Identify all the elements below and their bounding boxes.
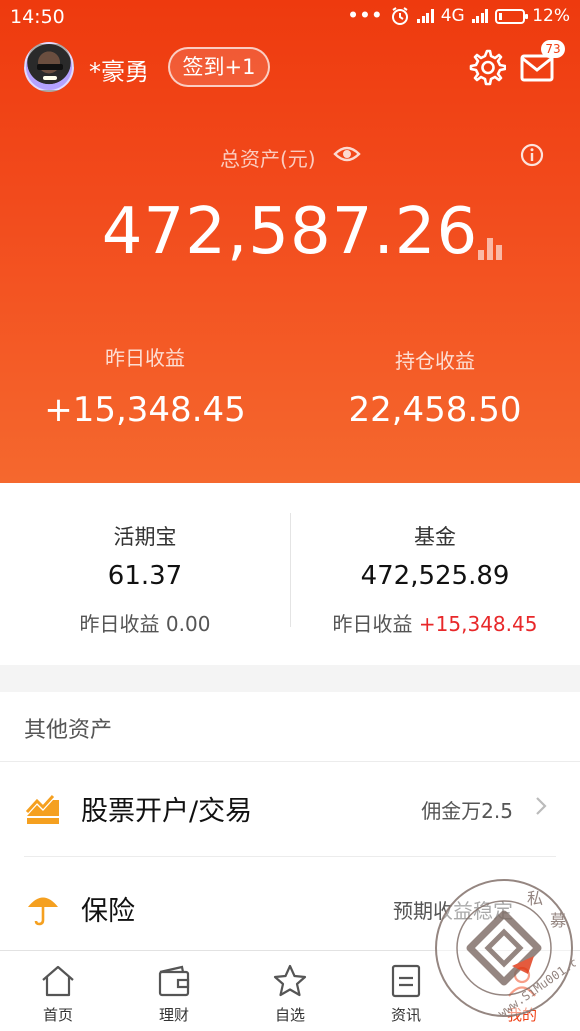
row-label: 股票开户/交易: [81, 796, 253, 827]
asset-cards: 活期宝 61.37 昨日收益 0.00 基金 472,525.89 昨日收益 +…: [0, 483, 580, 665]
news-icon: [391, 964, 421, 998]
card-title: 活期宝: [113, 525, 177, 549]
status-icons: ••• 4G 12%: [348, 6, 570, 26]
card-fund[interactable]: 基金 472,525.89 昨日收益 +15,348.45: [290, 483, 580, 665]
tab-label: 首页: [42, 1006, 73, 1024]
card-sub-value: 0.00: [165, 612, 211, 636]
battery-icon: [495, 8, 529, 24]
tab-label: 自选: [274, 1006, 305, 1024]
yesterday-income-value[interactable]: +15,348.45: [0, 390, 290, 430]
card-value: 472,525.89: [360, 561, 510, 591]
avatar[interactable]: [24, 42, 74, 92]
eye-icon[interactable]: [333, 143, 361, 165]
total-assets-label: 总资产(元): [220, 147, 316, 171]
chart-trend-icon: [26, 794, 59, 824]
status-bar: 14:50 ••• 4G 12%: [0, 0, 580, 34]
asset-header: 14:50 ••• 4G 12% *豪勇 签到+1 73 总资产(元) 472,…: [0, 0, 580, 483]
chevron-right-icon: [536, 797, 547, 815]
page: 14:50 ••• 4G 12% *豪勇 签到+1 73 总资产(元) 472,…: [0, 0, 580, 1031]
card-title: 基金: [414, 525, 456, 549]
more-dots-icon: •••: [347, 6, 384, 26]
svg-text:私: 私: [527, 889, 543, 908]
signal-icon: [417, 9, 434, 23]
settings-gear-icon[interactable]: [468, 48, 506, 86]
wallet-icon: [158, 965, 190, 997]
status-time: 14:50: [10, 6, 65, 28]
tab-wealth[interactable]: 理财: [116, 951, 232, 1031]
other-assets-title: 其他资产: [24, 718, 113, 743]
row-label: 保险: [81, 896, 135, 927]
row-value: 佣金万2.5: [421, 799, 513, 823]
card-sub: 昨日收益 0.00: [0, 608, 290, 637]
card-sub-label: 昨日收益: [332, 612, 413, 636]
divider: [24, 856, 556, 857]
umbrella-icon: [28, 897, 58, 926]
holding-income-label: 持仓收益: [395, 349, 475, 373]
network-type: 4G: [440, 6, 465, 26]
star-icon: [273, 964, 307, 997]
mail-badge: 73: [541, 40, 565, 58]
tab-home[interactable]: 首页: [0, 951, 116, 1031]
info-icon[interactable]: [520, 143, 544, 167]
card-huoqibao[interactable]: 活期宝 61.37 昨日收益 0.00: [0, 483, 290, 665]
username[interactable]: *豪勇: [89, 52, 149, 87]
home-icon: [42, 965, 74, 997]
card-sub-label: 昨日收益: [79, 612, 160, 636]
row-stock-account[interactable]: 股票开户/交易 佣金万2.5: [0, 762, 580, 856]
holding-income-value[interactable]: 22,458.50: [290, 390, 580, 430]
card-sub-value: +15,348.45: [418, 612, 538, 636]
alarm-icon: [392, 7, 409, 25]
bar-chart-icon[interactable]: [478, 236, 504, 260]
tab-label: 理财: [158, 1006, 189, 1024]
checkin-button[interactable]: 签到+1: [168, 47, 270, 87]
battery-percent: 12%: [532, 6, 570, 26]
signal-icon-2: [471, 9, 489, 23]
card-value: 61.37: [107, 561, 183, 591]
tab-watchlist[interactable]: 自选: [232, 951, 348, 1031]
card-sub: 昨日收益 +15,348.45: [290, 608, 580, 637]
svg-text:募: 募: [550, 911, 566, 930]
watermark-seal: 私 募 www.SiMu001.cn: [435, 879, 576, 1020]
yesterday-income-label: 昨日收益: [105, 346, 185, 370]
